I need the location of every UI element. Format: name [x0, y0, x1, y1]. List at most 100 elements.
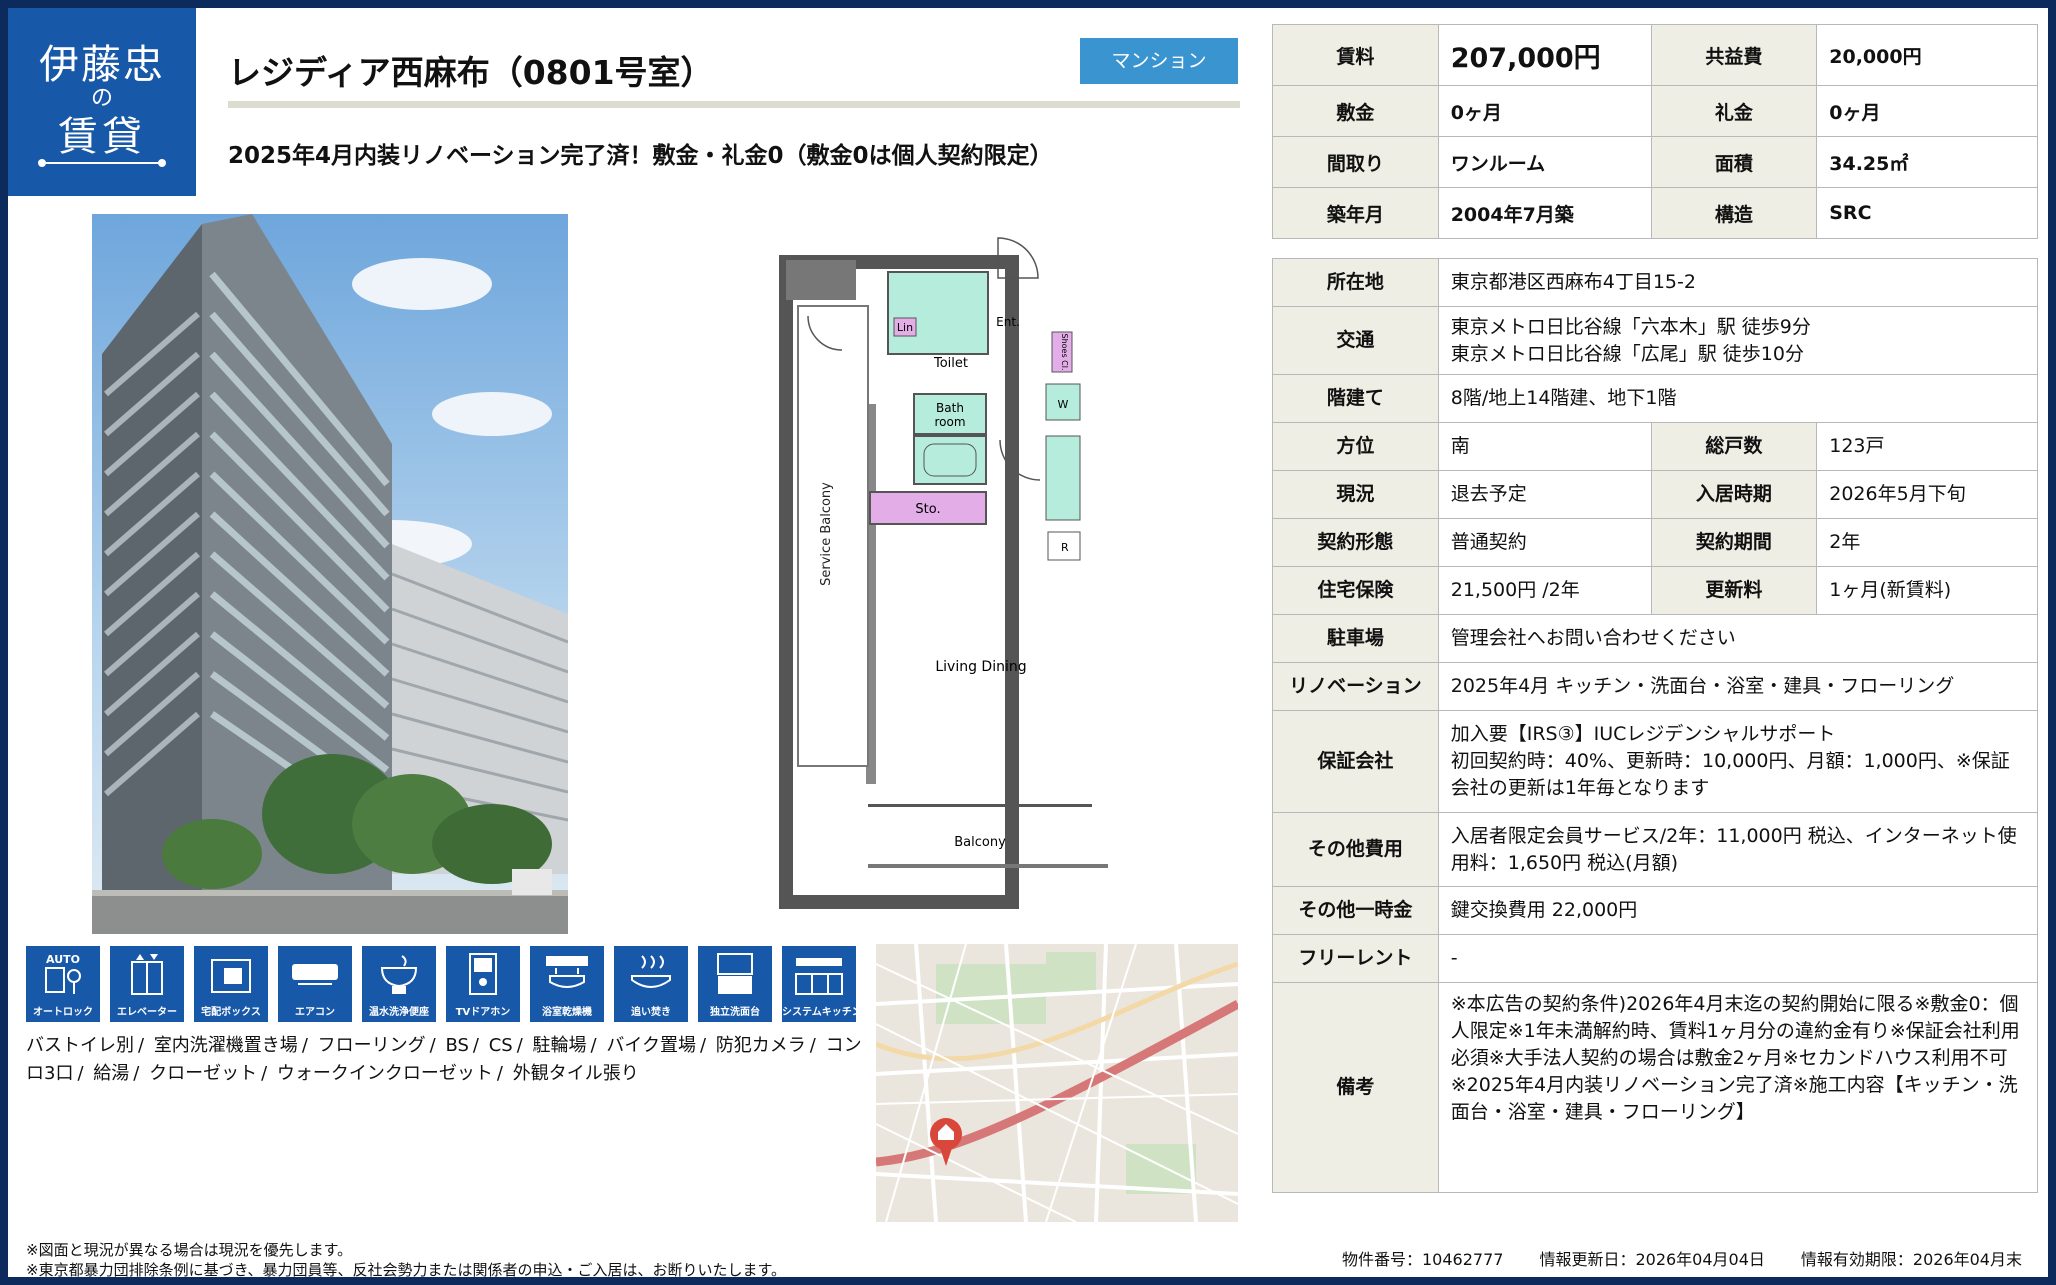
remarks-value: ※本広告の契約条件)2026年4月末迄の契約開始に限る※敷金0：個人限定※1年未… [1437, 982, 2039, 1193]
feature-separator: / [496, 1063, 503, 1084]
feature-item: 室内洗濯機置き場 [153, 1035, 298, 1056]
floor-plan: Service Balcony Lin Toilet Bath room Ent… [768, 224, 1108, 924]
guarantor-line-1: 加入要【IRS③】IUCレジデンシャルサポート [1450, 723, 1836, 745]
feature-separator: / [429, 1035, 436, 1056]
remarks-label: 備考 [1272, 982, 1439, 1193]
feature-separator: / [133, 1063, 140, 1084]
feature-separator: / [138, 1035, 145, 1056]
living-dining-label: Living Dining [935, 659, 1026, 675]
amenity-tile: エアコン [278, 946, 352, 1022]
renewal-fee-label: 更新料 [1650, 566, 1818, 615]
logo-line-3: 賃貸 [58, 114, 146, 160]
parking-label: 駐車場 [1272, 614, 1439, 663]
property-number: 物件番号：10462777 [1342, 1250, 1504, 1269]
reheat-bath-icon [631, 955, 671, 988]
feature-separator: / [809, 1035, 816, 1056]
storage-label: Sto. [915, 502, 940, 517]
access-line-2: 東京メトロ日比谷線「広尾」駅 徒歩10分 [1450, 342, 1804, 365]
one-time-fee-value: 鍵交換費用 22,000円 [1437, 886, 2039, 935]
auto-label: AUTO [46, 953, 80, 966]
floor-value: 8階/地上14階建、地下1階 [1437, 374, 2039, 423]
bath-label-1: Bath [936, 401, 964, 415]
built-label: 築年月 [1272, 187, 1439, 239]
insurance-label: 住宅保険 [1272, 566, 1439, 615]
status-value: 退去予定 [1437, 470, 1652, 519]
feature-separator: / [301, 1035, 308, 1056]
amenity-label: TVドアホン [455, 1007, 511, 1018]
auto-lock-icon: AUTO [45, 953, 81, 994]
building-photo [92, 214, 568, 934]
amenity-tile: 温水洗浄便座 [362, 946, 436, 1022]
info-valid-until: 情報有効期限：2026年04月末 [1800, 1250, 2022, 1269]
amenity-label: 宅配ボックス [201, 1007, 261, 1018]
renovation-label: リノベーション [1272, 662, 1439, 711]
address-label: 所在地 [1272, 258, 1439, 307]
location-map[interactable] [876, 944, 1238, 1222]
deposit-value: 0ヶ月 [1437, 85, 1652, 137]
structure-value: SRC [1816, 187, 2038, 239]
footnote-1: ※図面と現況が異なる場合は現況を優先します。 [26, 1241, 353, 1259]
access-value: 東京メトロ日比谷線「六本木」駅 徒歩9分 東京メトロ日比谷線「広尾」駅 徒歩10… [1437, 306, 2039, 375]
move-in-label: 入居時期 [1650, 470, 1818, 519]
shoes-closet-label: Shoes Cl. [1060, 333, 1069, 370]
free-rent-label: フリーレント [1272, 934, 1439, 983]
amenity-tile: 浴室乾燥機 [530, 946, 604, 1022]
feature-separator: / [261, 1063, 268, 1084]
built-value: 2004年7月築 [1437, 187, 1652, 239]
guarantor-label: 保証会社 [1272, 710, 1439, 813]
toilet-label: Toilet [933, 356, 968, 371]
amenity-tile: システムキッチン [782, 946, 862, 1022]
detail-table: 所在地 東京都港区西麻布4丁目15-2 交通 東京メトロ日比谷線「六本木」駅 徒… [1272, 258, 2039, 1193]
feature-item: 防犯カメラ [715, 1035, 806, 1056]
deposit-label: 敷金 [1272, 85, 1439, 137]
balcony-label: Balcony [954, 835, 1006, 850]
footnote-2: ※東京都暴力団排除条例に基づき、暴力団員等、反社会勢力または関係者の申込・ご入居… [26, 1261, 787, 1279]
amenity-tile: 宅配ボックス [194, 946, 268, 1022]
amenity-label: エレベーター [117, 1007, 177, 1018]
feature-item: バストイレ別 [26, 1035, 134, 1056]
entrance-label: Ent. [996, 315, 1020, 329]
washer-label: W [1058, 398, 1069, 411]
amenity-label: オートロック [33, 1007, 93, 1018]
feature-item: ウォークインクローゼット [276, 1063, 493, 1084]
status-label: 現況 [1272, 470, 1439, 519]
rent-label: 賃料 [1272, 24, 1439, 86]
floor-label: 階建て [1272, 374, 1439, 423]
rent-value: 207,000円 [1437, 24, 1652, 86]
other-fees-label: その他費用 [1272, 812, 1439, 887]
area-label: 面積 [1650, 136, 1818, 188]
system-kitchen-icon [795, 958, 843, 995]
feature-item: BS [445, 1035, 469, 1056]
listing-meta: 物件番号：10462777 情報更新日：2026年04月04日 情報有効期限：2… [1342, 1246, 2022, 1270]
logo-ornament [38, 159, 166, 167]
amenity-tile: 独立洗面台 [698, 946, 772, 1022]
feature-item: CS [488, 1035, 513, 1056]
feature-separator: / [590, 1035, 597, 1056]
amenity-icon-row: AUTO オートロック エレベーター 宅配ボックス エアコン 温水洗浄便座 TV… [26, 946, 866, 1022]
layout-label: 間取り [1272, 136, 1439, 188]
contract-type-value: 普通契約 [1437, 518, 1652, 567]
parking-value: 管理会社へお問い合わせください [1437, 614, 2039, 663]
property-catchcopy: 2025年4月内装リノベーション完了済！敷金・礼金0（敷金0は個人契約限定） [228, 143, 1053, 169]
area-value: 34.25㎡ [1816, 136, 2038, 188]
bath-label-2: room [934, 415, 965, 429]
layout-value: ワンルーム [1437, 136, 1652, 188]
property-title: レジディア西麻布（0801号室） [228, 53, 714, 92]
feature-item: 外観タイル張り [512, 1063, 639, 1084]
linen-label: Lin [897, 321, 913, 334]
amenity-label: 浴室乾燥機 [542, 1007, 592, 1018]
title-divider [228, 101, 1240, 108]
amenity-tile: エレベーター [110, 946, 184, 1022]
access-label: 交通 [1272, 306, 1439, 375]
feature-item: 駐輪場 [532, 1035, 587, 1056]
amenity-tile: 追い焚き [614, 946, 688, 1022]
structure-label: 構造 [1650, 187, 1818, 239]
direction-value: 南 [1437, 422, 1652, 471]
amenity-label: 温水洗浄便座 [369, 1007, 429, 1018]
feature-item: クローゼット [149, 1063, 258, 1084]
footnotes: ※図面と現況が異なる場合は現況を優先します。 ※東京都暴力団排除条例に基づき、暴… [26, 1240, 786, 1280]
address-value: 東京都港区西麻布4丁目15-2 [1437, 258, 2039, 307]
summary-table: 賃料 207,000円 共益費 20,000円 敷金 0ヶ月 礼金 0ヶ月 間取… [1272, 24, 2038, 239]
amenity-label: 追い焚き [631, 1007, 671, 1018]
bathroom-dryer-icon [546, 956, 588, 988]
